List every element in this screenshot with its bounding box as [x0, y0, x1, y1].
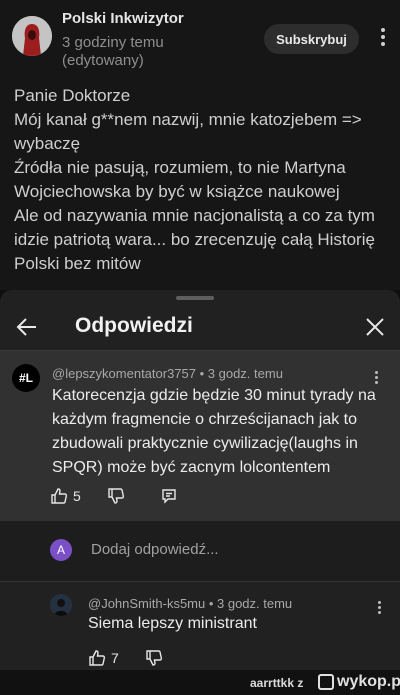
add-reply-input[interactable]: Dodaj odpowiedź... [91, 541, 219, 558]
comment-time: 3 godziny temu (edytowany) [62, 34, 164, 69]
reply2-text: Siema lepszy ministrant [88, 615, 257, 632]
subscribe-button[interactable]: Subskrybuj [264, 24, 359, 54]
like-button[interactable]: 7 [88, 648, 119, 668]
divider [0, 581, 400, 582]
dislike-button[interactable] [107, 486, 125, 506]
comment-body: Panie Doktorze Mój kanał g**nem nazwij, … [14, 84, 394, 276]
comment-line: Mój kanał g**nem nazwij, mnie katozjebem… [14, 110, 362, 153]
back-arrow-icon[interactable] [14, 314, 40, 340]
author-avatar[interactable] [12, 16, 52, 56]
drag-handle[interactable] [176, 296, 214, 300]
thumbs-down-icon [108, 488, 125, 504]
reply2-meta[interactable]: @JohnSmith-ks5mu • 3 godz. temu [88, 596, 292, 611]
original-comment: Polski Inkwizytor 3 godziny temu (edytow… [0, 0, 400, 290]
thumbs-up-icon [51, 488, 68, 504]
dislike-button[interactable] [145, 648, 163, 668]
like-count: 5 [73, 488, 81, 504]
reply-button[interactable] [160, 486, 178, 506]
highlighted-reply: #L @lepszykomentator3757 • 3 godz. temu … [0, 351, 400, 521]
comment-line: Panie Doktorze [14, 86, 131, 105]
sheet-title: Odpowiedzi [75, 314, 193, 337]
comment-icon [162, 489, 176, 504]
like-button[interactable]: 5 [50, 486, 81, 506]
user-avatar: A [50, 539, 72, 561]
more-options-icon[interactable] [374, 601, 384, 616]
wykop-icon [318, 674, 334, 690]
reply-meta[interactable]: @lepszykomentator3757 • 3 godz. temu [52, 366, 283, 381]
comment-line: Ale od nazywania mnie nacjonalistą a co … [14, 206, 375, 273]
thumbs-up-icon [89, 650, 106, 666]
reply2-avatar[interactable] [50, 594, 72, 616]
more-options-icon[interactable] [378, 28, 388, 50]
thumbs-down-icon [146, 650, 163, 666]
add-reply-row[interactable]: A Dodaj odpowiedź... [0, 521, 400, 581]
replies-sheet: Odpowiedzi #L @lepszykomentator3757 • 3 … [0, 290, 400, 670]
comment-author[interactable]: Polski Inkwizytor [62, 10, 184, 27]
watermark-logo: wykop.pl [318, 673, 400, 691]
reply-text: Katorecenzja gdzie będzie 30 minut tyrad… [52, 387, 376, 476]
reply-avatar[interactable]: #L [12, 364, 40, 392]
close-icon[interactable] [362, 314, 388, 340]
watermark-user: aarrttkk z [250, 676, 304, 690]
comment-line: Źródła nie pasują, rozumiem, to nie Mart… [14, 158, 346, 201]
like-count: 7 [111, 650, 119, 666]
